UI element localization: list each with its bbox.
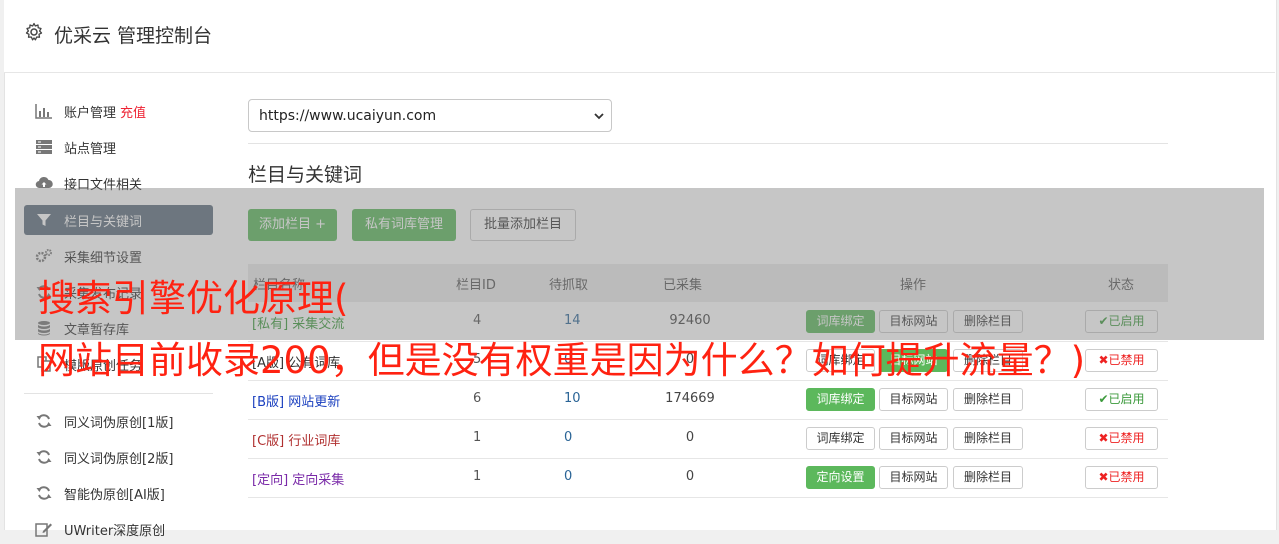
- sidebar-item-ai-rewrite[interactable]: 智能伪原创[AI版]: [24, 478, 213, 508]
- delete-column-button[interactable]: 删除栏目: [953, 466, 1023, 489]
- row-pending[interactable]: 10: [564, 391, 581, 406]
- row-pending[interactable]: 0: [564, 469, 572, 484]
- sidebar-item-synonym-v1[interactable]: 同义词伪原创[1版]: [24, 406, 213, 436]
- chevron-down-icon: [594, 113, 604, 120]
- refresh-icon: [36, 486, 52, 500]
- row-id: 1: [473, 469, 482, 484]
- status-toggle-button[interactable]: ✖已禁用: [1085, 349, 1158, 372]
- refresh-icon: [36, 450, 52, 464]
- target-site-button[interactable]: 目标网站: [879, 466, 948, 489]
- divider: [248, 143, 1168, 144]
- gear-icon: [25, 22, 43, 41]
- sidebar-item-label: 智能伪原创[AI版]: [64, 488, 165, 503]
- status-toggle-button[interactable]: ✔已启用: [1085, 388, 1158, 411]
- sidebar-item-sites[interactable]: 站点管理: [24, 132, 213, 162]
- target-site-button[interactable]: 目标网站: [879, 388, 948, 411]
- sidebar-item-label: 同义词伪原创[2版]: [64, 452, 174, 467]
- refresh-icon: [36, 414, 52, 428]
- row-collected: 0: [685, 430, 695, 445]
- section-title: 栏目与关键词: [248, 164, 363, 186]
- row-name[interactable]: [C版] 行业词库: [252, 430, 340, 449]
- delete-column-button[interactable]: 删除栏目: [953, 427, 1023, 450]
- app-title: 优采云 管理控制台: [54, 25, 213, 47]
- delete-column-button[interactable]: 删除栏目: [953, 388, 1023, 411]
- sidebar-item-synonym-v2[interactable]: 同义词伪原创[2版]: [24, 442, 213, 472]
- row-name[interactable]: [B版] 网站更新: [252, 391, 340, 410]
- status-toggle-button[interactable]: ✖已禁用: [1085, 427, 1158, 450]
- table-row: [C版] 行业词库 1 0 0 词库绑定 目标网站 删除栏目 ✖已禁用: [248, 419, 1168, 459]
- sidebar-item-uwriter[interactable]: UWriter深度原创: [24, 514, 213, 544]
- table-row: [B版] 网站更新 6 10 174669 词库绑定 目标网站 删除栏目 ✔已启用: [248, 380, 1168, 420]
- target-site-button[interactable]: 目标网站: [879, 427, 948, 450]
- lexicon-bind-button[interactable]: 词库绑定: [806, 388, 875, 411]
- watermark-line-1: 搜索引擎优化原理(: [38, 277, 349, 320]
- watermark-line-2: 网站目前收录200，但是没有权重是因为什么？如何提升流量？): [38, 339, 1086, 382]
- sidebar-item-label: 账户管理 充值: [64, 106, 147, 121]
- recharge-link[interactable]: 充值: [120, 106, 146, 121]
- row-collected: 0: [685, 469, 695, 484]
- sidebar-item-label: 同义词伪原创[1版]: [64, 416, 174, 431]
- sidebar-item-label: 站点管理: [64, 142, 117, 157]
- row-id: 6: [473, 391, 482, 406]
- row-name[interactable]: [定向] 定向采集: [252, 469, 344, 488]
- sidebar-item-account[interactable]: 账户管理 充值: [24, 96, 213, 126]
- sidebar-divider: [24, 393, 213, 394]
- row-collected: 174669: [665, 391, 715, 406]
- lexicon-bind-button[interactable]: 定向设置: [806, 466, 875, 489]
- site-select[interactable]: https://www.ucaiyun.com: [248, 99, 612, 132]
- lexicon-bind-button[interactable]: 词库绑定: [806, 427, 875, 450]
- table-row: [定向] 定向采集 1 0 0 定向设置 目标网站 删除栏目 ✖已禁用: [248, 458, 1168, 498]
- top-header: 优采云 管理控制台: [4, 0, 1275, 73]
- row-pending[interactable]: 0: [564, 430, 572, 445]
- site-select-value: https://www.ucaiyun.com: [259, 108, 437, 124]
- bar-chart-icon: [35, 104, 52, 119]
- status-toggle-button[interactable]: ✖已禁用: [1085, 466, 1158, 489]
- edit-icon: [35, 523, 52, 537]
- row-id: 1: [473, 430, 482, 445]
- server-icon: [36, 140, 52, 154]
